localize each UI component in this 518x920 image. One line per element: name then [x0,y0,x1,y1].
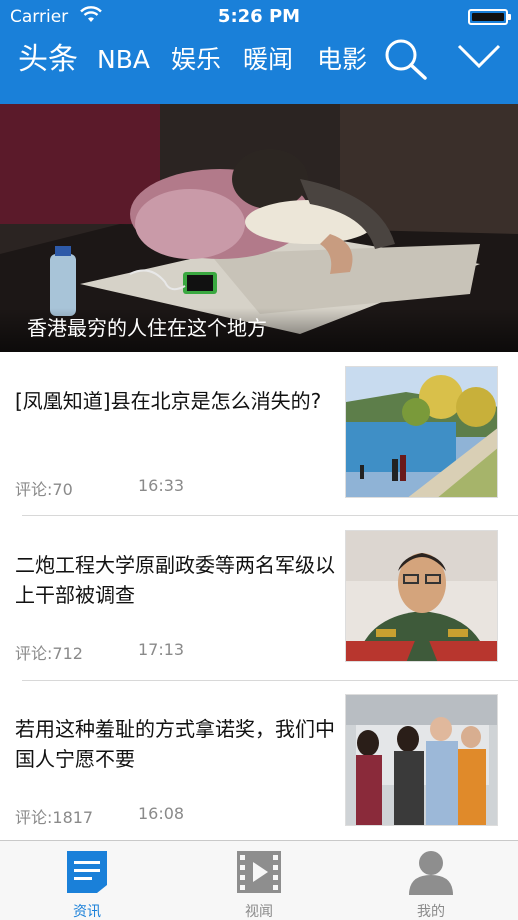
news-meta: 评论:1817 16:08 [15,804,184,828]
news-time: 16:33 [138,476,185,495]
tab-warm-news[interactable]: 暖闻 [243,40,293,80]
list-item[interactable]: [凤凰知道]县在北京是怎么消失的? 评论:70 16:33 [0,352,518,516]
tabbar-item-profile[interactable]: 我的 [381,841,481,920]
video-icon [237,851,281,893]
tabbar-label: 资讯 [73,904,101,920]
news-thumbnail [345,530,498,662]
tabbar-item-video[interactable]: 视闻 [209,841,309,920]
channel-tabs: 头条 NBA 娱乐 暖闻 电影 [0,40,518,84]
news-meta: 评论:70 16:33 [15,476,184,500]
profile-icon [409,851,453,895]
news-title: 二炮工程大学原副政委等两名军级以上干部被调查 [15,553,335,607]
comment-count: 评论:712 [15,644,83,663]
news-meta: 评论:712 17:13 [15,640,184,664]
tab-movies[interactable]: 电影 [317,40,367,80]
chevron-down-icon[interactable] [456,40,502,72]
tab-headlines[interactable]: 头条 [18,40,78,80]
news-icon [67,851,107,893]
hero-banner[interactable]: 香港最穷的人住在这个地方 [0,104,518,352]
news-title: [凤凰知道]县在北京是怎么消失的? [15,389,322,413]
tabbar-label: 视闻 [245,904,273,920]
tab-nba[interactable]: NBA [97,40,150,80]
list-item[interactable]: 二炮工程大学原副政委等两名军级以上干部被调查 评论:712 17:13 [0,516,518,680]
tab-entertainment[interactable]: 娱乐 [171,40,221,80]
news-thumbnail [345,366,498,498]
news-time: 17:13 [138,640,185,659]
bottom-tab-bar: 资讯 视闻 我的 [0,840,518,920]
status-bar: Carrier 5:26 PM [0,0,518,34]
tabbar-label: 我的 [417,904,445,920]
list-item[interactable]: 若用这种羞耻的方式拿诺奖，我们中国人宁愿不要 评论:1817 16:08 [0,680,518,844]
news-title: 若用这种羞耻的方式拿诺奖，我们中国人宁愿不要 [15,717,335,771]
comment-count: 评论:1817 [15,808,94,827]
battery-icon [468,9,511,25]
app-header: Carrier 5:26 PM 头条 NBA 娱乐 暖闻 电影 [0,0,518,104]
search-icon[interactable] [382,36,430,82]
clock: 5:26 PM [217,6,301,27]
comment-count: 评论:70 [15,480,73,499]
news-time: 16:08 [138,804,185,823]
news-thumbnail [345,694,498,826]
hero-caption: 香港最穷的人住在这个地方 [0,308,518,352]
tabbar-item-news[interactable]: 资讯 [37,841,137,920]
